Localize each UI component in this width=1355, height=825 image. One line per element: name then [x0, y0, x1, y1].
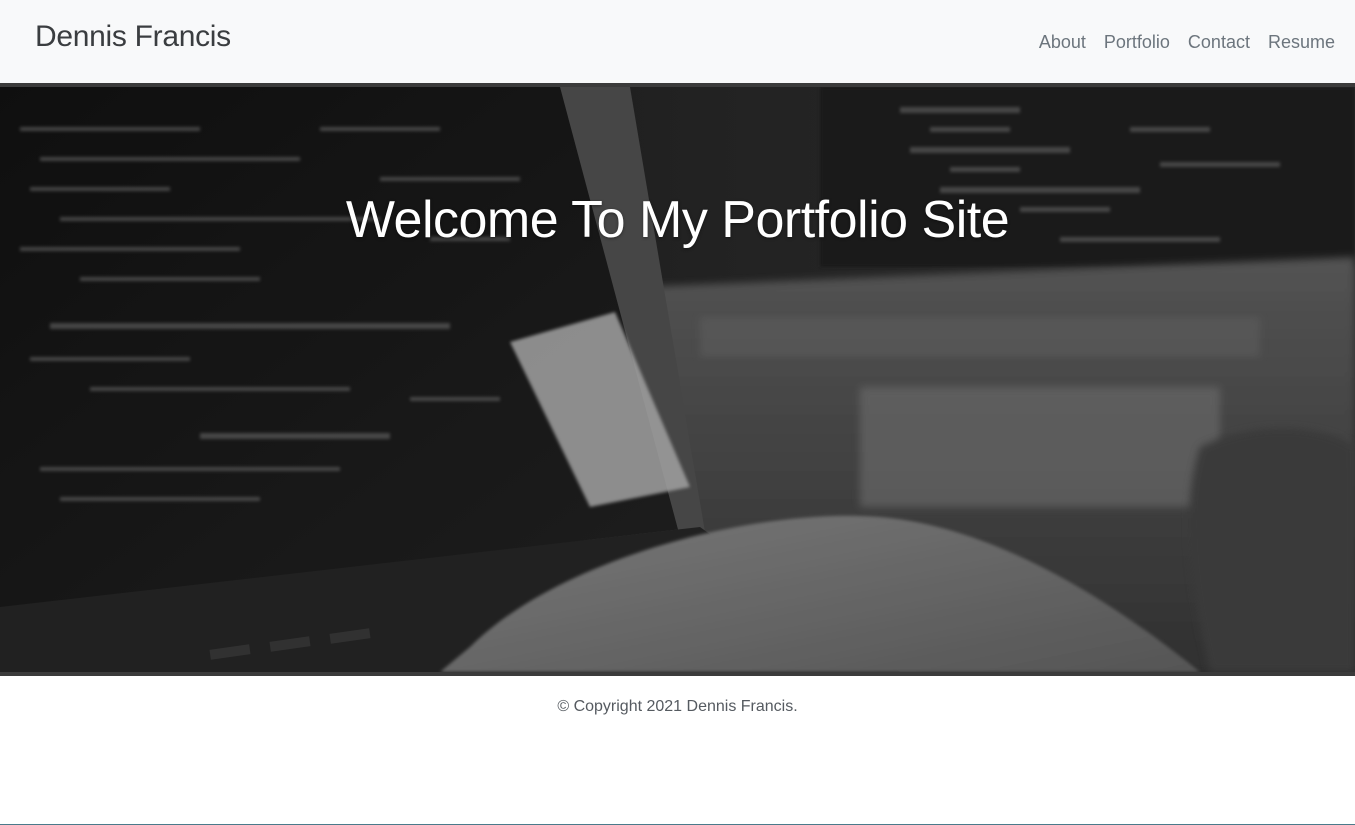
nav-links: About Portfolio Contact Resume [1039, 30, 1335, 54]
copyright-text: © Copyright 2021 Dennis Francis. [557, 698, 798, 715]
brand-link[interactable]: Dennis Francis [35, 18, 231, 56]
navbar: Dennis Francis About Portfolio Contact R… [0, 0, 1355, 83]
hero-banner: Welcome To My Portfolio Site [0, 83, 1355, 676]
nav-link-contact[interactable]: Contact [1188, 30, 1250, 54]
footer: © Copyright 2021 Dennis Francis. [0, 676, 1355, 825]
nav-link-about[interactable]: About [1039, 30, 1086, 54]
nav-link-portfolio[interactable]: Portfolio [1104, 30, 1170, 54]
hero-background-image [0, 87, 1355, 672]
hero-title: Welcome To My Portfolio Site [345, 191, 1010, 249]
nav-link-resume[interactable]: Resume [1268, 30, 1335, 54]
